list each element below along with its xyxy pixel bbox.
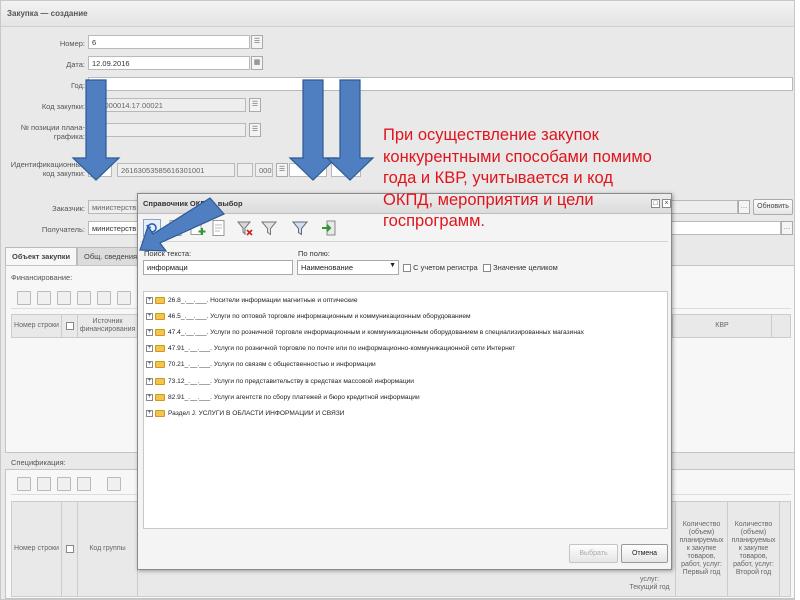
annotation-arrows: [71, 79, 375, 252]
arrow-down-icon: [325, 79, 375, 181]
arrow-down-icon: [288, 79, 338, 181]
arrow-down-icon: [71, 79, 121, 181]
callout-text: При осуществление закупок конкурентными …: [383, 126, 652, 230]
arrow-diagonal-icon: [139, 197, 225, 252]
